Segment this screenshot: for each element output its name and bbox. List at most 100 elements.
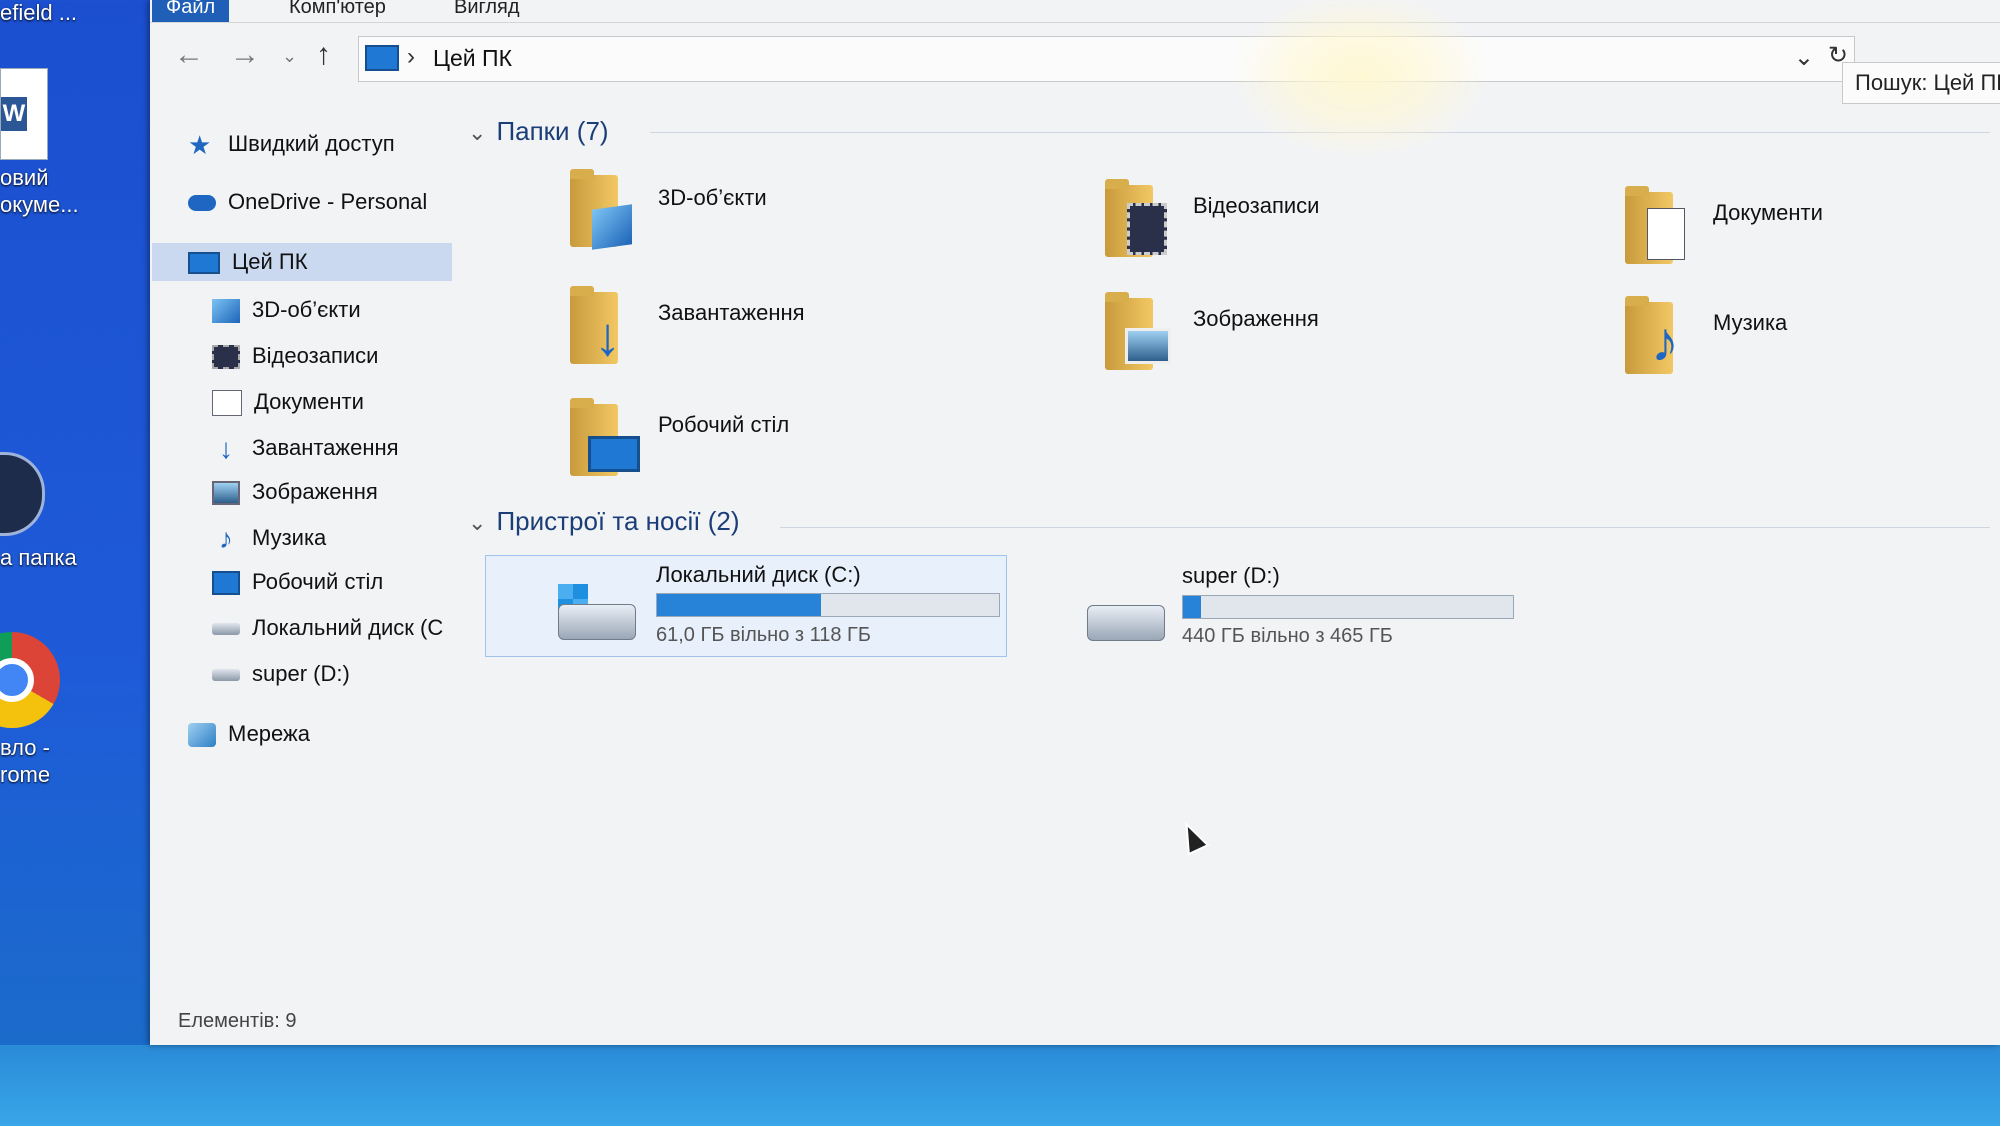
sidebar-item-drive-d[interactable]: super (D:): [212, 655, 350, 693]
group-divider: [780, 527, 1990, 528]
taskbar-area: [0, 1045, 2000, 1126]
drive-usage-bar: [1182, 595, 1514, 619]
network-icon: [188, 723, 216, 748]
folder-label: Музика: [1713, 310, 1788, 335]
sidebar-item-documents[interactable]: Документи: [212, 383, 364, 421]
sidebar-item-downloads[interactable]: ↓ Завантаження: [212, 429, 399, 467]
drive-icon: [1087, 605, 1165, 641]
chevron-down-icon[interactable]: ⌄: [468, 510, 486, 535]
sidebar-item-label: Робочий стіл: [252, 569, 384, 594]
document-icon: [212, 390, 242, 417]
picture-icon: [212, 481, 240, 506]
sidebar-item-music[interactable]: ♪ Музика: [212, 519, 326, 557]
drive-tile-c[interactable]: Локальний диск (C:) 61,0 ГБ вільно з 118…: [485, 555, 1007, 657]
ribbon: Файл Комп'ютер Вигляд: [150, 0, 2000, 23]
sidebar-item-quick-access[interactable]: ★ Швидкий доступ: [188, 125, 395, 163]
cube-icon: [212, 299, 240, 324]
navigation-pane: ★ Швидкий доступ OneDrive - Personal Цей …: [150, 105, 452, 1005]
download-arrow-icon: ↓: [219, 433, 233, 465]
this-pc-icon: [188, 252, 220, 275]
folder-label: Завантаження: [658, 300, 805, 325]
desktop-icon: [212, 571, 240, 596]
film-icon: [1127, 203, 1167, 255]
tab-file[interactable]: Файл: [152, 0, 230, 22]
folder-label: Зображення: [1193, 306, 1319, 331]
drive-name: super (D:): [1182, 563, 1280, 588]
drive-name: Локальний диск (C:): [656, 562, 861, 587]
sidebar-item-network[interactable]: Мережа: [188, 715, 310, 753]
word-document-icon[interactable]: W: [0, 68, 48, 160]
desktop-item-label[interactable]: овий: [0, 165, 49, 191]
sidebar-item-this-pc[interactable]: Цей ПК: [152, 243, 452, 281]
desktop-item-label[interactable]: вло -: [0, 735, 50, 761]
desktop-item-label[interactable]: а папка: [0, 545, 77, 571]
picture-icon: [1125, 328, 1171, 364]
recent-locations-chevron-icon[interactable]: ⌄: [282, 46, 297, 67]
up-arrow-icon[interactable]: ↑: [316, 38, 331, 72]
drive-usage-fill: [657, 594, 822, 616]
drive-free-space: 440 ГБ вільно з 465 ГБ: [1182, 625, 1393, 647]
desktop-item-label[interactable]: окуме...: [0, 192, 79, 218]
sidebar-item-videos[interactable]: Відеозаписи: [212, 337, 378, 375]
sidebar-item-label: Відеозаписи: [252, 343, 379, 368]
sidebar-item-pictures[interactable]: Зображення: [212, 473, 378, 511]
star-icon: ★: [188, 130, 212, 161]
sidebar-item-desktop[interactable]: Робочий стіл: [212, 563, 383, 601]
chevron-down-icon[interactable]: ⌄: [1794, 43, 1814, 72]
film-icon: [212, 345, 240, 370]
sidebar-item-label: Цей ПК: [232, 249, 308, 274]
devices-group-header[interactable]: ⌄ Пристрої та носії (2): [468, 506, 740, 537]
steam-icon[interactable]: [0, 452, 45, 536]
drive-tile-d[interactable]: super (D:) 440 ГБ вільно з 465 ГБ: [1087, 555, 1607, 655]
folder-label: 3D-об’єкти: [658, 185, 767, 210]
music-note-icon: ♪: [219, 523, 233, 555]
sidebar-item-label: Зображення: [252, 479, 378, 504]
sidebar-item-label: super (D:): [252, 661, 350, 686]
drive-usage-bar: [656, 593, 1000, 617]
drive-free-space: 61,0 ГБ вільно з 118 ГБ: [656, 624, 871, 646]
address-path[interactable]: Цей ПК: [433, 45, 512, 72]
sidebar-item-label: Мережа: [228, 721, 310, 746]
folders-group-header[interactable]: ⌄ Папки (7): [468, 116, 609, 147]
sidebar-item-local-disk-c[interactable]: Локальний диск (C: [212, 609, 443, 647]
devices-group-title: Пристрої та носії (2): [496, 506, 740, 536]
back-arrow-icon[interactable]: ←: [174, 38, 204, 72]
folders-group-title: Папки (7): [496, 116, 609, 146]
file-explorer-window: Файл Комп'ютер Вигляд ← → ⌄ ↑ › Цей ПК ⌄…: [150, 0, 2000, 1045]
download-arrow-icon: ↓: [594, 307, 621, 367]
document-icon: [1647, 208, 1685, 260]
chrome-icon[interactable]: [0, 632, 60, 728]
folder-label: Робочий стіл: [658, 412, 790, 437]
desktop-icon: [588, 436, 640, 472]
drive-usage-fill: [1183, 596, 1201, 618]
cloud-icon: [188, 195, 216, 212]
search-input[interactable]: Пошук: Цей ПК: [1842, 62, 2000, 104]
sidebar-item-label: Завантаження: [252, 435, 399, 460]
sidebar-item-onedrive[interactable]: OneDrive - Personal: [188, 183, 427, 221]
status-bar-item-count: Елементів: 9: [178, 1010, 297, 1032]
folder-label: Відеозаписи: [1193, 193, 1320, 218]
sidebar-item-label: 3D-об’єкти: [252, 297, 361, 322]
chevron-down-icon[interactable]: ⌄: [468, 120, 486, 145]
sidebar-item-3d-objects[interactable]: 3D-об’єкти: [212, 291, 361, 329]
sidebar-item-label: Локальний диск (C: [252, 615, 444, 640]
sidebar-item-label: Документи: [254, 389, 364, 414]
desktop-item-label[interactable]: rome: [0, 762, 50, 788]
drive-icon: [212, 669, 240, 682]
sidebar-item-label: Швидкий доступ: [228, 131, 395, 156]
sidebar-item-label: OneDrive - Personal: [228, 189, 428, 214]
drive-icon: [212, 623, 240, 636]
music-note-icon: ♪: [1651, 310, 1679, 373]
tab-computer[interactable]: Комп'ютер: [275, 0, 400, 22]
desktop-item-label[interactable]: efield ...: [0, 0, 77, 26]
mouse-cursor-icon: [1174, 816, 1210, 856]
chevron-right-icon[interactable]: ›: [407, 43, 415, 71]
this-pc-icon: [365, 45, 399, 71]
sidebar-item-label: Музика: [252, 525, 327, 550]
tab-view[interactable]: Вигляд: [440, 0, 534, 22]
drive-icon: [558, 604, 636, 640]
address-bar[interactable]: › Цей ПК ⌄ ↻: [358, 36, 1855, 82]
forward-arrow-icon[interactable]: →: [230, 38, 260, 72]
ceiling-light-reflection: [1230, 0, 1490, 160]
cube-icon: [592, 204, 632, 250]
